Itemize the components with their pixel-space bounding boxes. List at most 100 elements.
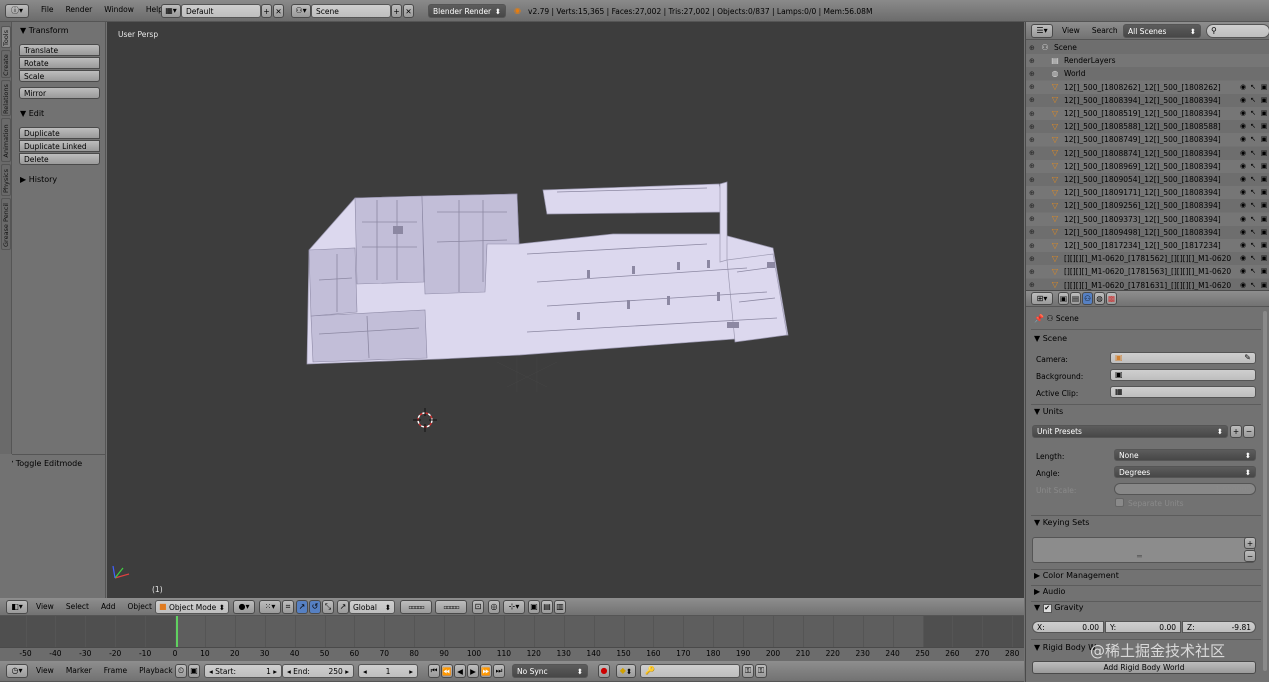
timeline-frame-menu[interactable]: Frame [98, 666, 133, 675]
render-camera-icon[interactable]: ▣ [1258, 83, 1269, 91]
select-arrow-icon[interactable]: ↖ [1248, 123, 1258, 130]
insert-keyframe-button[interactable]: ⚿ [742, 664, 754, 678]
select-arrow-icon[interactable]: ↖ [1248, 202, 1258, 209]
viewport-editor-type[interactable]: ◧▾ [6, 600, 28, 614]
orientation-select[interactable]: Global ⬍ [349, 600, 395, 614]
display-mode-select[interactable]: All Scenes ⬍ [1123, 24, 1201, 38]
render-preview-button[interactable]: ▣ [528, 600, 540, 614]
record-button[interactable]: ● [598, 664, 610, 678]
proportional-edit-button[interactable]: ◎ [488, 600, 500, 614]
jump-end-button[interactable]: ⏭ [493, 664, 505, 678]
outliner-row[interactable]: ⊕ ▽ 12[]_500_[1808519]_12[]_500_[1808394] ◉… [1026, 107, 1269, 120]
pin-icon[interactable]: 📌 [1034, 315, 1044, 323]
3d-cursor-icon[interactable] [413, 408, 437, 432]
select-arrow-icon[interactable]: ↖ [1248, 268, 1258, 275]
screen-layout-field[interactable]: Default [181, 4, 261, 18]
visibility-eye-icon[interactable]: ◉ [1238, 176, 1248, 183]
units-panel-header[interactable]: ▼ Units [1034, 407, 1063, 416]
jump-start-button[interactable]: ⏮ [428, 664, 440, 678]
viewport-object-menu[interactable]: Object [121, 602, 157, 611]
render-camera-icon[interactable]: ▣ [1258, 242, 1269, 249]
outliner-row[interactable]: ⊕ ▽ 12[]_500_[1808394]_12[]_500_[1808394] ◉… [1026, 93, 1269, 107]
background-field[interactable]: ▣ [1110, 369, 1256, 381]
select-arrow-icon[interactable]: ↖ [1248, 281, 1258, 289]
rotate-button[interactable]: Rotate [19, 57, 100, 69]
rigid-body-panel-header[interactable]: ▼ Rigid Body W [1034, 643, 1096, 652]
outliner-row[interactable]: ⊕ ▽ 12[]_500_[1808262]_12[]_500_[1808262] ◉… [1026, 80, 1269, 94]
scene-field[interactable]: Scene [311, 4, 391, 18]
audio-panel-header[interactable]: ▶ Audio [1034, 587, 1065, 596]
outliner-row[interactable]: ⊕ ▽ 12[]_500_[1809498]_12[]_500_[1808394] ◉… [1026, 225, 1269, 239]
active-clip-field[interactable]: ▦ [1110, 386, 1256, 398]
scene-tab-icon[interactable]: ⚇ [1082, 292, 1093, 305]
top-render-menu[interactable]: Render [60, 5, 99, 17]
visibility-eye-icon[interactable]: ◉ [1238, 215, 1248, 223]
outliner-row[interactable]: ⊕ ▽ 12[]_500_[1808588]_12[]_500_[1808588] ◉… [1026, 120, 1269, 134]
select-arrow-icon[interactable]: ↖ [1248, 215, 1258, 223]
layers-grid-1[interactable]: ▫▫▫▫▫ [400, 600, 432, 614]
outliner-row[interactable]: ⊕ ▽ 12[]_500_[1808749]_12[]_500_[1808394] ◉… [1026, 133, 1269, 147]
render-camera-icon[interactable]: ▣ [1258, 123, 1269, 130]
remove-unit-preset-button[interactable]: − [1243, 425, 1255, 438]
unit-presets-select[interactable]: Unit Presets ⬍ [1032, 425, 1228, 438]
visibility-eye-icon[interactable]: ◉ [1238, 149, 1248, 157]
preview-range-button[interactable]: ⏲ [175, 664, 187, 678]
angle-select[interactable]: Degrees ⬍ [1114, 466, 1256, 478]
scale-manip-button[interactable]: ⤡ [322, 600, 334, 614]
length-select[interactable]: None ⬍ [1114, 449, 1256, 461]
start-frame-field[interactable]: ◂ Start: 1 ▸ [204, 664, 282, 678]
keying-set-field[interactable]: 🔑 [640, 664, 740, 678]
snap-element-button[interactable]: ⊹▾ [503, 600, 525, 614]
select-arrow-icon[interactable]: ↖ [1248, 189, 1258, 196]
outliner-view-menu[interactable]: View [1056, 26, 1086, 35]
viewport-select-menu[interactable]: Select [60, 602, 95, 611]
visibility-eye-icon[interactable]: ◉ [1238, 189, 1248, 196]
add-scene-button[interactable]: + [391, 4, 402, 18]
render-anim-button[interactable]: ▤ [541, 600, 553, 614]
keying-set-icon[interactable]: ◆ ⬍ [616, 664, 636, 678]
history-panel-header[interactable]: ▶ History [20, 175, 57, 184]
visibility-eye-icon[interactable]: ◉ [1238, 136, 1248, 143]
render-camera-icon[interactable]: ▣ [1258, 149, 1269, 157]
visibility-eye-icon[interactable]: ◉ [1238, 123, 1248, 130]
gravity-panel-header[interactable]: ▼ ✔ Gravity [1034, 603, 1083, 613]
timeline-area[interactable]: -50 -40 -30 -20 -10 0 10 20 30 40 50 60 70 80 90 100 110… [0, 616, 1024, 661]
visibility-eye-icon[interactable]: ◉ [1238, 83, 1248, 91]
render-camera-icon[interactable]: ▣ [1258, 176, 1269, 183]
play-button[interactable]: ▶ [467, 664, 479, 678]
timeline-view-menu[interactable]: View [30, 666, 60, 675]
top-window-menu[interactable]: Window [98, 5, 140, 17]
scene-panel-header[interactable]: ▼ Scene [1034, 334, 1067, 343]
outliner-row[interactable]: ⊕ ▽ [][][][]_M1-0620_[1781563]_[][][][]_M1… [1026, 265, 1269, 279]
keying-sets-list[interactable]: ═ [1032, 537, 1255, 563]
orientation-icon[interactable]: ↗ [337, 600, 349, 614]
select-arrow-icon[interactable]: ↖ [1248, 242, 1258, 249]
lock-layers-button[interactable]: ⊡ [472, 600, 484, 614]
viewport-view-menu[interactable]: View [30, 602, 60, 611]
render-layers-button[interactable]: ▥ [554, 600, 566, 614]
render-camera-icon[interactable]: ▣ [1258, 162, 1269, 170]
render-camera-icon[interactable]: ▣ [1258, 255, 1269, 262]
outliner-row[interactable]: ⊕ ▽ 12[]_500_[1808874]_12[]_500_[1808394] ◉… [1026, 146, 1269, 160]
tab-tools[interactable]: Tools [1, 26, 11, 48]
select-arrow-icon[interactable]: ↖ [1248, 176, 1258, 183]
tab-physics[interactable]: Physics [1, 164, 11, 196]
transform-panel-header[interactable]: ▼ Transform [20, 26, 69, 35]
edit-panel-header[interactable]: ▼ Edit [20, 109, 44, 118]
auto-frame-button[interactable]: ▣ [188, 664, 200, 678]
layers-tab-icon[interactable]: ▤ [1070, 292, 1081, 305]
render-tab-icon[interactable]: ▣ [1058, 292, 1069, 305]
render-camera-icon[interactable]: ▣ [1258, 189, 1269, 196]
select-arrow-icon[interactable]: ↖ [1248, 136, 1258, 143]
translate-button[interactable]: Translate [19, 44, 100, 56]
layers-grid-2[interactable]: ▫▫▫▫▫ [435, 600, 467, 614]
shading-select[interactable]: ●▾ [233, 600, 255, 614]
screen-layout-icon[interactable]: ▦▾ [161, 4, 181, 18]
gravity-y-field[interactable]: Y: 0.00 [1105, 621, 1181, 633]
outliner-search-menu[interactable]: Search [1086, 26, 1124, 35]
visibility-eye-icon[interactable]: ◉ [1238, 110, 1248, 117]
visibility-eye-icon[interactable]: ◉ [1238, 202, 1248, 209]
outliner-row[interactable]: ⊕ ▽ 12[]_500_[1809256]_12[]_500_[1808394] ◉… [1026, 199, 1269, 213]
gravity-x-field[interactable]: X: 0.00 [1032, 621, 1104, 633]
outliner-row[interactable]: ⊕ ▤ RenderLayers [1026, 54, 1269, 68]
